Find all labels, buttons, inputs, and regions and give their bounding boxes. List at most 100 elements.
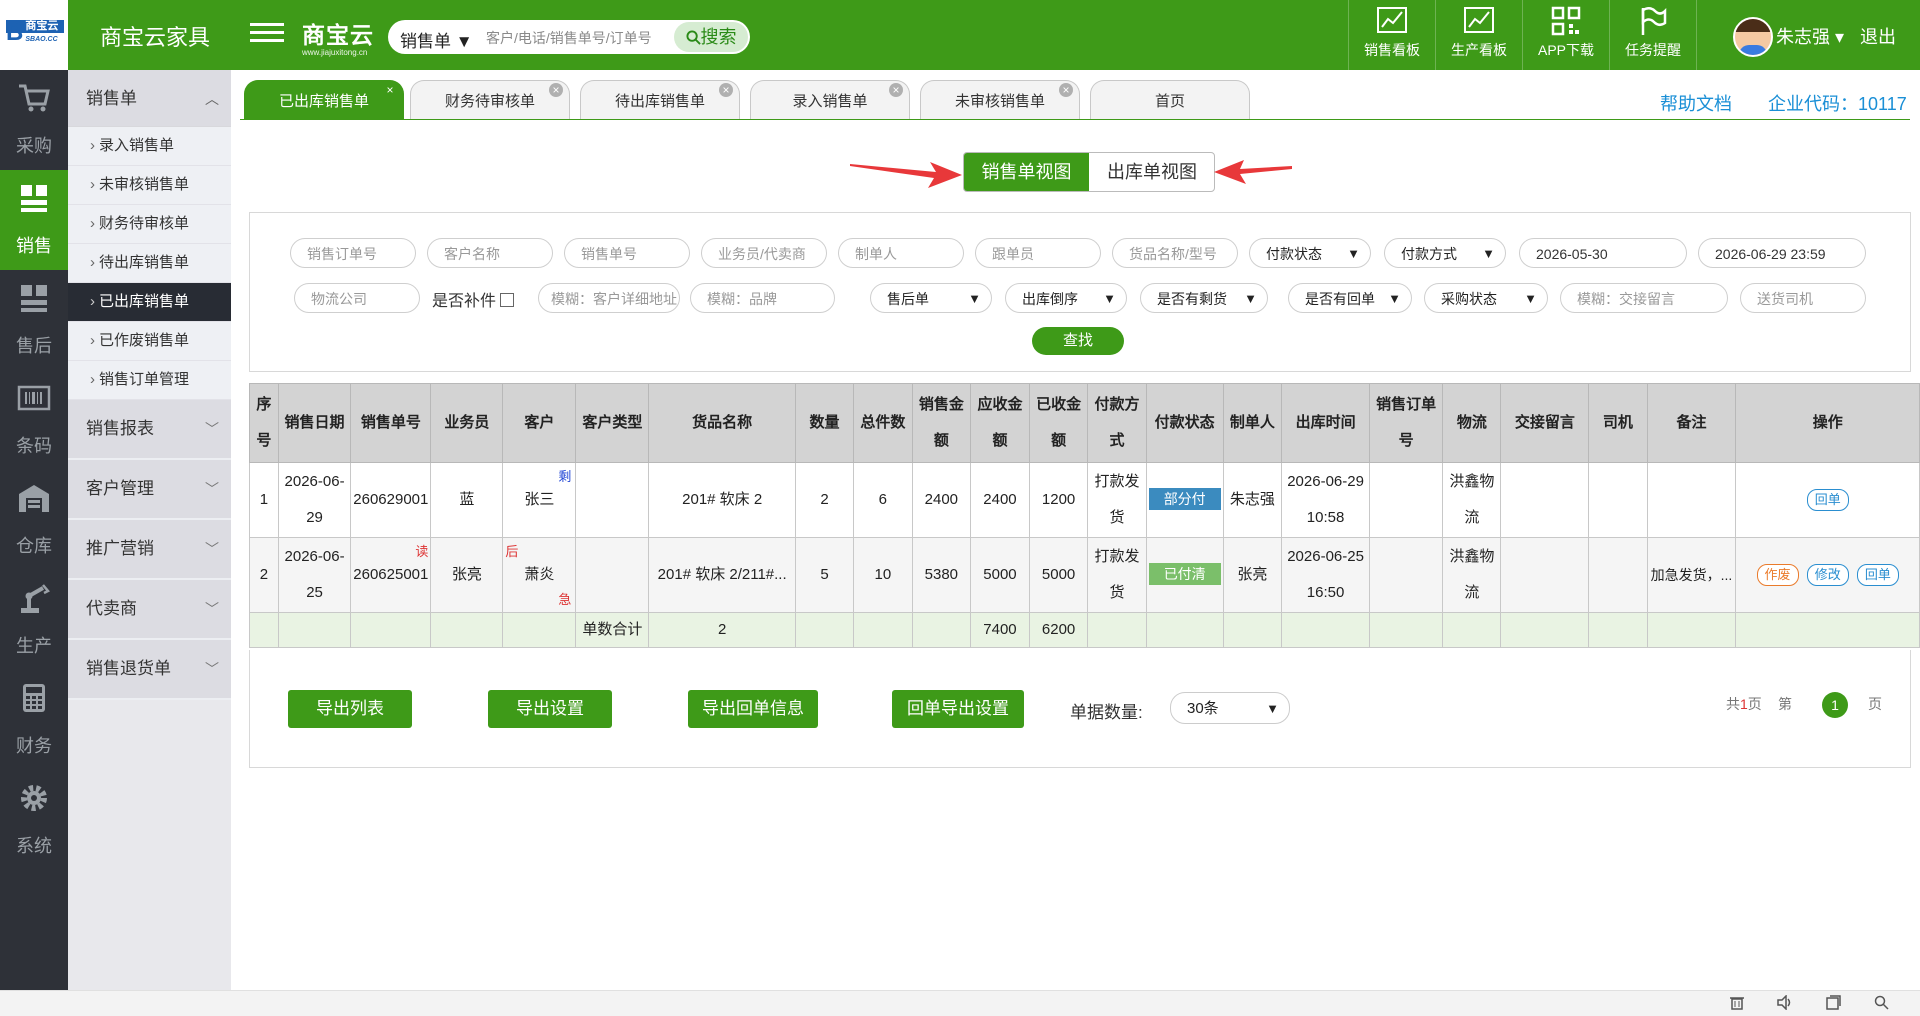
- search-button[interactable]: 搜索: [674, 22, 748, 52]
- cell-date: 2026-06-25: [277, 537, 352, 613]
- table-row[interactable]: 1 2026-06-29 260629001 蓝 张三 剩 201# 软床 2 …: [249, 462, 1920, 538]
- user-avatar[interactable]: [1733, 17, 1773, 57]
- filter-customer-name[interactable]: 客户名称: [427, 238, 553, 268]
- receipt-button[interactable]: 回单: [1856, 564, 1899, 586]
- sidebar-group-returns[interactable]: 销售退货单 ﹀: [68, 640, 231, 700]
- filter-receipt-select[interactable]: 是否有回单: [1288, 283, 1412, 313]
- window-icon[interactable]: [1824, 995, 1842, 1011]
- sidebar-item-outbound[interactable]: › 已出库销售单: [68, 283, 231, 322]
- cell-customer[interactable]: 后 萧炎 急: [502, 537, 577, 613]
- export-settings-button[interactable]: 导出设置: [488, 690, 612, 728]
- filter-brand[interactable]: 模糊：品牌: [690, 283, 835, 313]
- nav-sales-dashboard[interactable]: 销售看板: [1348, 0, 1435, 70]
- nav-purchase[interactable]: 采购: [0, 70, 68, 170]
- filter-pay-method-select[interactable]: 付款方式: [1384, 238, 1506, 268]
- sales-view-tab[interactable]: 销售单视图: [964, 153, 1089, 191]
- warehouse-icon: [19, 485, 49, 512]
- filter-follower[interactable]: 跟单员: [975, 238, 1101, 268]
- checkbox-icon[interactable]: [500, 293, 515, 307]
- filter-purchase-select[interactable]: 采购状态: [1424, 283, 1548, 313]
- filter-goods[interactable]: 货品名称/型号: [1112, 238, 1238, 268]
- filter-address[interactable]: 模糊：客户详细地址: [538, 283, 680, 313]
- sidebar-item-order-management[interactable]: › 销售订单管理: [68, 361, 231, 400]
- close-icon[interactable]: ×: [549, 83, 563, 97]
- supplement-checkbox[interactable]: 是否补件: [432, 287, 515, 311]
- void-button[interactable]: 作废: [1756, 564, 1799, 586]
- receipt-button[interactable]: 回单: [1806, 489, 1849, 511]
- find-button[interactable]: 查找: [1032, 327, 1124, 355]
- speaker-icon[interactable]: [1776, 994, 1794, 1011]
- tab-home[interactable]: 首页: [1090, 80, 1250, 119]
- filter-salesman[interactable]: 业务员/代卖商: [701, 238, 827, 268]
- edit-button[interactable]: 修改: [1806, 564, 1849, 586]
- current-page-button[interactable]: 1: [1822, 692, 1848, 718]
- close-icon[interactable]: ×: [383, 83, 397, 97]
- filter-handover-note[interactable]: 模糊：交接留言: [1560, 283, 1728, 313]
- filter-sales-number[interactable]: 销售单号: [564, 238, 690, 268]
- filter-date-from[interactable]: 2026-05-30: [1519, 238, 1687, 268]
- nav-production-dashboard[interactable]: 生产看板: [1435, 0, 1522, 70]
- search-input[interactable]: [484, 26, 666, 50]
- logo[interactable]: B 商宝云 SBAO.CC: [0, 0, 68, 70]
- nav-app-download[interactable]: APP下载: [1522, 0, 1609, 70]
- search-icon[interactable]: [1872, 995, 1890, 1011]
- filter-so-number[interactable]: 销售订单号: [290, 238, 416, 268]
- nav-production[interactable]: 生产: [0, 570, 68, 670]
- cell-pay-method: 打款发货: [1087, 462, 1147, 538]
- sidebar-item-pending-outbound[interactable]: › 待出库销售单: [68, 244, 231, 283]
- filter-date-to[interactable]: 2026-06-29 23:59: [1698, 238, 1866, 268]
- sidebar-item-enter-order[interactable]: › 录入销售单: [68, 127, 231, 166]
- search-type-select[interactable]: 销售单 ▼: [400, 27, 473, 52]
- outbound-view-tab[interactable]: 出库单视图: [1090, 153, 1214, 191]
- cell-received: 5000: [1028, 537, 1089, 613]
- filter-pay-status-select[interactable]: 付款状态: [1249, 238, 1371, 268]
- sidebar-group-reseller[interactable]: 代卖商 ﹀: [68, 580, 231, 640]
- sidebar-group-sales-report[interactable]: 销售报表 ﹀: [68, 400, 231, 460]
- sidebar-group-sales-order[interactable]: 销售单 ︿: [68, 70, 231, 127]
- close-icon[interactable]: ×: [1059, 83, 1073, 97]
- sidebar-group-customer[interactable]: 客户管理 ﹀: [68, 460, 231, 520]
- count-label: 单据数量:: [1070, 703, 1143, 722]
- cell-order-no[interactable]: 260625001 读: [350, 537, 432, 613]
- annotation-arrow-right: [1214, 160, 1292, 184]
- nav-barcode[interactable]: 条码: [0, 370, 68, 470]
- filter-logistics[interactable]: 物流公司: [294, 283, 420, 313]
- trash-icon[interactable]: [1728, 995, 1746, 1011]
- tab-outbound-orders[interactable]: 已出库销售单 ×: [244, 80, 404, 119]
- nav-warehouse[interactable]: 仓库: [0, 470, 68, 570]
- cell-order-no[interactable]: 260629001: [350, 462, 432, 538]
- nav-aftersale[interactable]: 售后: [0, 270, 68, 370]
- filter-remaining-select[interactable]: 是否有剩货: [1140, 283, 1268, 313]
- cell-customer[interactable]: 张三 剩: [502, 462, 577, 538]
- menu-toggle-icon[interactable]: [250, 18, 284, 48]
- help-docs-link[interactable]: 帮助文档: [1660, 90, 1732, 116]
- filter-maker[interactable]: 制单人: [838, 238, 964, 268]
- close-icon[interactable]: ×: [889, 83, 903, 97]
- table-row[interactable]: 2 2026-06-25 260625001 读 张亮 后 萧炎 急 201# …: [249, 537, 1920, 613]
- tab-pending-outbound[interactable]: 待出库销售单 ×: [580, 80, 740, 119]
- barcode-icon: [17, 385, 51, 411]
- sidebar-item-finance-pending[interactable]: › 财务待审核单: [68, 205, 231, 244]
- sidebar-item-voided[interactable]: › 已作废销售单: [68, 322, 231, 361]
- close-icon[interactable]: ×: [719, 83, 733, 97]
- nav-system[interactable]: 系统: [0, 770, 68, 870]
- tab-unaudited[interactable]: 未审核销售单 ×: [920, 80, 1080, 119]
- filter-outbound-order-select[interactable]: 出库倒序: [1005, 283, 1127, 313]
- cell-out-time: 2026-06-29 10:58: [1280, 462, 1371, 538]
- nav-task-reminder[interactable]: 任务提醒: [1609, 0, 1697, 70]
- export-list-button[interactable]: 导出列表: [288, 690, 412, 728]
- logout-link[interactable]: 退出: [1860, 23, 1896, 49]
- receipt-export-settings-button[interactable]: 回单导出设置: [892, 690, 1024, 728]
- tab-finance-pending[interactable]: 财务待审核单 ×: [410, 80, 570, 119]
- nav-sales[interactable]: 销售: [0, 170, 68, 270]
- sidebar-group-marketing[interactable]: 推广营销 ﹀: [68, 520, 231, 580]
- user-name-menu[interactable]: 朱志强 ▾: [1776, 23, 1844, 49]
- tab-enter-order[interactable]: 录入销售单 ×: [750, 80, 910, 119]
- filter-driver[interactable]: 送货司机: [1740, 283, 1866, 313]
- export-receipt-info-button[interactable]: 导出回单信息: [688, 690, 818, 728]
- sidebar-item-unaudited[interactable]: › 未审核销售单: [68, 166, 231, 205]
- filter-aftersale-select[interactable]: 售后单: [870, 283, 992, 313]
- cell-date: 2026-06-29: [277, 462, 352, 538]
- page-size-select[interactable]: 30条: [1170, 692, 1290, 725]
- nav-finance[interactable]: 财务: [0, 670, 68, 770]
